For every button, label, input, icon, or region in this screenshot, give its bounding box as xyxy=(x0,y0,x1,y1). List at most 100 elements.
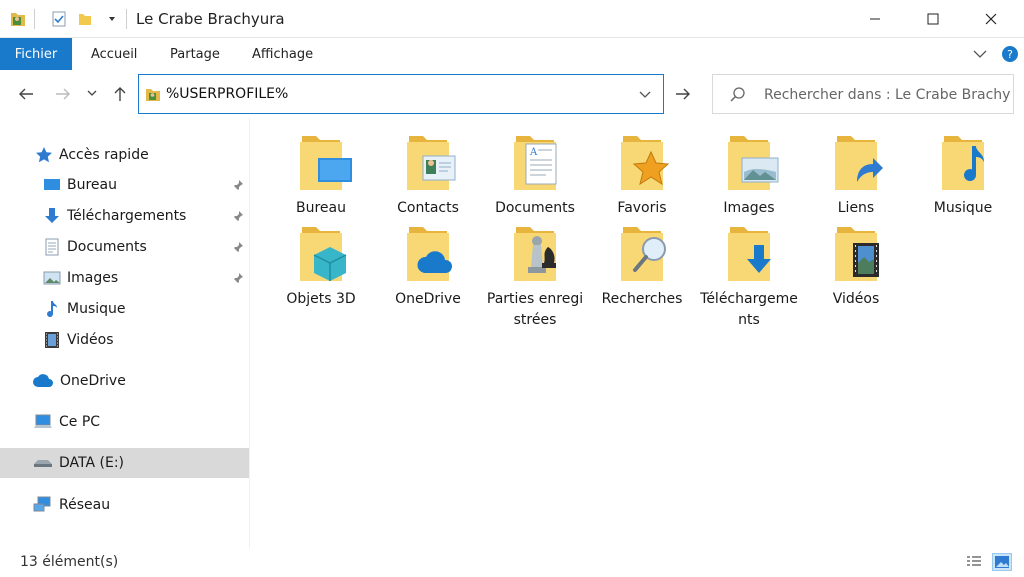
folder-item-telechargements[interactable]: Téléchargements xyxy=(699,223,799,331)
folder-item-musique[interactable]: Musique xyxy=(913,132,1013,219)
folder-item-videos[interactable]: Vidéos xyxy=(806,223,906,310)
search-input[interactable]: Rechercher dans : Le Crabe Brachy... xyxy=(712,74,1014,114)
tab-accueil[interactable]: Accueil xyxy=(91,38,137,70)
sidebar-item-acces-rapide[interactable]: Accès rapide xyxy=(0,140,249,170)
sidebar-item-label: Accès rapide xyxy=(59,147,149,163)
up-button[interactable] xyxy=(106,80,134,108)
folder-label: Parties enregistrées xyxy=(486,291,584,328)
folder-icon xyxy=(504,223,566,285)
network-icon xyxy=(33,496,53,514)
go-button[interactable] xyxy=(668,80,698,108)
folder-item-liens[interactable]: Liens xyxy=(806,132,906,219)
folder-icon: A xyxy=(504,132,566,194)
app-folder-icon[interactable] xyxy=(8,9,28,29)
folder-item-favoris[interactable]: Favoris xyxy=(592,132,692,219)
expand-ribbon-button[interactable] xyxy=(970,44,990,64)
folder-item-images[interactable]: Images xyxy=(699,132,799,219)
navigation-bar: %USERPROFILE% Rechercher dans : Le Crabe… xyxy=(0,70,1024,118)
large-icons-view-button[interactable] xyxy=(992,553,1012,571)
arrow-right-icon xyxy=(56,88,70,100)
address-bar[interactable]: %USERPROFILE% xyxy=(138,74,664,114)
folder-icon xyxy=(718,132,780,194)
folder-icon xyxy=(290,223,352,285)
large-icons-view-icon xyxy=(995,556,1009,568)
chevron-down-icon xyxy=(639,91,651,98)
folder-view: Bureau Contacts A Documents Favoris Imag… xyxy=(252,118,1024,548)
pin-icon[interactable] xyxy=(232,179,244,191)
sidebar-item-label: Réseau xyxy=(59,497,111,513)
back-button[interactable] xyxy=(12,80,40,108)
sidebar-item-images[interactable]: Images xyxy=(0,263,249,293)
properties-icon[interactable] xyxy=(49,9,69,29)
star-icon xyxy=(35,146,53,164)
folder-item-parties-enregistrees[interactable]: Parties enregistrées xyxy=(485,223,585,331)
sidebar-item-data-e[interactable]: DATA (E:) xyxy=(0,448,249,478)
sidebar-item-label: DATA (E:) xyxy=(59,455,125,471)
sidebar-item-onedrive[interactable]: OneDrive xyxy=(0,366,249,396)
pin-icon[interactable] xyxy=(232,272,244,284)
pin-icon[interactable] xyxy=(232,241,244,253)
arrow-right-icon xyxy=(676,88,690,100)
folder-icon xyxy=(718,223,780,285)
recent-locations-button[interactable] xyxy=(82,80,102,108)
videos-icon xyxy=(43,331,61,349)
minimize-button[interactable] xyxy=(852,0,898,38)
cloud-icon xyxy=(32,372,54,390)
search-icon xyxy=(730,87,745,102)
sidebar-item-bureau[interactable]: Bureau xyxy=(0,170,249,200)
window-title: Le Crabe Brachyura xyxy=(136,10,285,28)
navigation-pane: Accès rapide Bureau Téléchargements Docu… xyxy=(0,118,250,548)
sidebar-item-label: Bureau xyxy=(67,177,117,193)
folder-icon xyxy=(611,132,673,194)
sidebar-item-label: Ce PC xyxy=(59,414,101,430)
folder-label: Favoris xyxy=(617,200,667,216)
help-icon: ? xyxy=(1002,46,1018,62)
folder-item-bureau[interactable]: Bureau xyxy=(271,132,371,219)
status-bar: 13 élément(s) xyxy=(0,548,1024,577)
quick-access-dropdown-icon[interactable] xyxy=(102,9,122,29)
folder-item-contacts[interactable]: Contacts xyxy=(378,132,478,219)
forward-button[interactable] xyxy=(49,80,77,108)
sidebar-item-ce-pc[interactable]: Ce PC xyxy=(0,407,249,437)
tab-affichage[interactable]: Affichage xyxy=(252,38,313,70)
folder-icon xyxy=(611,223,673,285)
search-placeholder: Rechercher dans : Le Crabe Brachy... xyxy=(764,87,1010,103)
details-view-icon xyxy=(967,556,981,566)
sidebar-item-reseau[interactable]: Réseau xyxy=(0,490,249,520)
folder-label: Recherches xyxy=(601,291,683,307)
folder-item-objets-3d[interactable]: Objets 3D xyxy=(271,223,371,310)
folder-label: Vidéos xyxy=(832,291,880,307)
sidebar-item-label: OneDrive xyxy=(60,373,126,389)
address-dropdown-button[interactable] xyxy=(637,87,653,103)
folder-item-recherches[interactable]: Recherches xyxy=(592,223,692,310)
folder-icon xyxy=(290,132,352,194)
chevron-down-icon xyxy=(87,90,97,96)
desktop-icon xyxy=(43,176,61,194)
sidebar-item-documents[interactable]: Documents xyxy=(0,232,249,262)
help-button[interactable]: ? xyxy=(1000,44,1020,64)
images-icon xyxy=(43,269,61,287)
chevron-down-icon xyxy=(973,50,987,58)
folder-label: OneDrive xyxy=(395,291,461,307)
sidebar-item-label: Vidéos xyxy=(67,332,114,348)
sidebar-item-videos[interactable]: Vidéos xyxy=(0,325,249,355)
details-view-button[interactable] xyxy=(964,553,984,571)
tab-partage[interactable]: Partage xyxy=(170,38,220,70)
pin-icon[interactable] xyxy=(232,210,244,222)
close-button[interactable] xyxy=(968,0,1014,38)
tab-fichier[interactable]: Fichier xyxy=(0,38,72,70)
folder-icon xyxy=(825,132,887,194)
folder-item-documents[interactable]: A Documents xyxy=(485,132,585,219)
new-folder-icon[interactable] xyxy=(75,9,95,29)
maximize-button[interactable] xyxy=(910,0,956,38)
arrow-up-icon xyxy=(114,87,126,101)
sidebar-item-musique[interactable]: Musique xyxy=(0,294,249,324)
drive-icon xyxy=(33,454,53,472)
folder-icon xyxy=(397,223,459,285)
download-icon xyxy=(43,207,61,225)
folder-label: Images xyxy=(723,200,775,216)
folder-item-onedrive[interactable]: OneDrive xyxy=(378,223,478,310)
sidebar-item-label: Images xyxy=(67,270,119,286)
sidebar-item-telechargements[interactable]: Téléchargements xyxy=(0,201,249,231)
sidebar-item-label: Documents xyxy=(67,239,147,255)
